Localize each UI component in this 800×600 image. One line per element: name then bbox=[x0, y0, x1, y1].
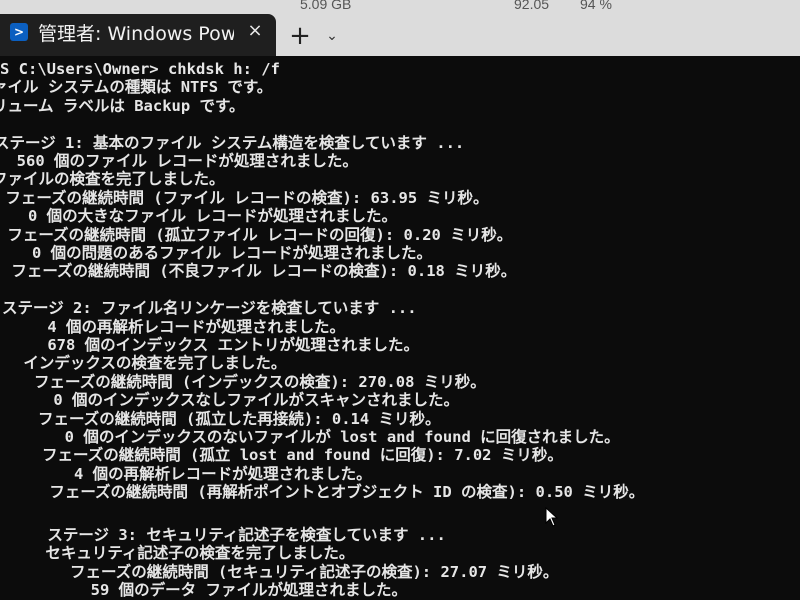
terminal-line: フェーズの継続時間 (孤立 lost and found に回復): 7.02 … bbox=[14, 446, 563, 465]
terminal-line: ステージ 3: セキュリティ記述子を検査しています ... bbox=[10, 526, 446, 544]
close-icon[interactable]: × bbox=[244, 20, 266, 42]
terminal-line: S C:\Users\Owner> chkdsk h: /f bbox=[0, 60, 280, 78]
terminal-line: フェーズの継続時間 (インデックスの検査): 270.08 ミリ秒。 bbox=[6, 372, 486, 391]
title-bar: 5.09 GB 92.05 94 % > 管理者: Windows PowerS… bbox=[0, 0, 800, 56]
background-size-text: 5.09 GB bbox=[300, 0, 352, 12]
terminal-output[interactable]: S C:\Users\Owner> chkdsk h: /f ァイル システムの種… bbox=[0, 56, 800, 600]
terminal-line: リューム ラベルは Backup です。 bbox=[0, 96, 245, 115]
terminal-line: インデックスの検査を完了しました。 bbox=[14, 354, 287, 373]
terminal-line: 0 個の問題のあるファイル レコードが処理されました。 bbox=[4, 244, 432, 262]
terminal-line: 678 個のインデックス エントリが処理されました。 bbox=[10, 336, 420, 354]
terminal-line: ァイル システムの種類は NTFS です。 bbox=[0, 78, 273, 97]
terminal-line: ステージ 1: 基本のファイル システム構造を検査しています ... bbox=[0, 133, 465, 152]
new-tab-button[interactable]: + bbox=[286, 22, 314, 50]
terminal-line: フェーズの継続時間 (孤立ファイル レコードの回復): 0.20 ミリ秒。 bbox=[0, 225, 513, 244]
terminal-line: 4 個の再解析レコードが処理されました。 bbox=[10, 317, 345, 336]
terminal-line: フェーズの継続時間 (孤立した再接続): 0.14 ミリ秒。 bbox=[10, 409, 441, 428]
terminal-line: 0 個のインデックスなしファイルがスキャンされました。 bbox=[16, 391, 460, 410]
terminal-line: フェーズの継続時間 (不良ファイル レコードの検査): 0.18 ミリ秒。 bbox=[2, 262, 517, 281]
terminal-icon: > bbox=[10, 23, 28, 41]
terminal-line: セキュリティ記述子の検査を完了しました。 bbox=[8, 544, 355, 563]
terminal-line: フェーズの継続時間 (再解析ポイントとオブジェクト ID の検査): 0.50 … bbox=[12, 483, 645, 502]
tab-powershell[interactable]: > 管理者: Windows PowerShell × bbox=[0, 14, 276, 56]
background-percent-text: 94 % bbox=[580, 0, 612, 12]
terminal-window: 5.09 GB 92.05 94 % > 管理者: Windows PowerS… bbox=[0, 0, 800, 600]
terminal-line: 59 個のデータ ファイルが処理されました。 bbox=[16, 581, 407, 600]
terminal-line: 0 個の大きなファイル レコードが処理されました。 bbox=[0, 207, 397, 226]
chevron-down-icon[interactable]: ⌄ bbox=[322, 24, 342, 48]
terminal-line: ステージ 2: ファイル名リンケージを検査しています ... bbox=[2, 299, 417, 318]
terminal-line: 560 個のファイル レコードが処理されました。 bbox=[0, 152, 358, 170]
mouse-cursor-icon bbox=[545, 507, 559, 527]
tab-title: 管理者: Windows PowerShell bbox=[38, 23, 234, 45]
background-value-text: 92.05 bbox=[514, 0, 550, 12]
terminal-line: フェーズの継続時間 (セキュリティ記述子の検査): 27.07 ミリ秒。 bbox=[14, 562, 559, 581]
terminal-line: フェーズの継続時間 (ファイル レコードの検査): 63.95 ミリ秒。 bbox=[0, 188, 489, 207]
background-window-text: 5.09 GB 92.05 94 % bbox=[0, 0, 800, 12]
terminal-line: 0 個のインデックスのないファイルが lost and found に回復されま… bbox=[18, 428, 620, 446]
terminal-line: 4 個の再解析レコードが処理されました。 bbox=[18, 464, 372, 483]
terminal-line: ファイルの検査を完了しました。 bbox=[0, 170, 225, 189]
